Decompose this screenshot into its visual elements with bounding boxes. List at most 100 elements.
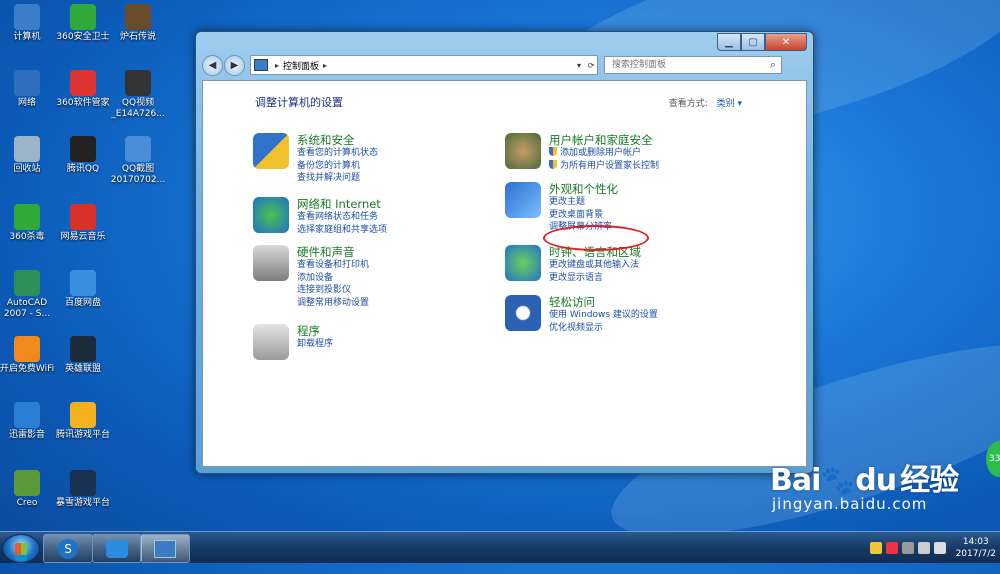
desktop-icon-label: 360杀毒 [9,232,45,242]
back-button[interactable]: ◀ [202,54,223,76]
desktop-icon[interactable]: 百度网盘 [52,270,114,309]
desktop-icon-label: 暴雪游戏平台 [55,498,110,508]
category-link[interactable]: 调整常用移动设置 [297,297,369,310]
desktop-icon-label: QQ视频_E14A726... [111,98,165,119]
desktop-icon[interactable]: 迅雷影音 [0,402,58,441]
category-link[interactable]: 卸载程序 [297,338,333,351]
desktop-icon[interactable]: 网络 [0,70,58,109]
desktop-icon[interactable]: AutoCAD 2007 - S... [0,270,58,320]
close-button[interactable]: ✕ [765,33,807,51]
category-link[interactable]: 添加设备 [297,272,369,285]
desktop-icon[interactable]: 腾讯游戏平台 [52,402,114,441]
breadcrumb[interactable]: 控制面板 [283,59,319,72]
category-link[interactable]: 优化视频显示 [549,322,658,335]
address-bar[interactable]: ▸ 控制面板 ▸ ▾ ⟳ [250,55,598,75]
globe-network-icon[interactable] [253,197,289,233]
clock-time: 14:03 [962,536,989,547]
refresh-icon[interactable]: ⟳ [585,61,597,70]
category-title[interactable]: 程序 [297,324,333,338]
qq-tray-icon[interactable] [869,541,882,554]
category-link[interactable]: 更改键盘或其他输入法 [549,259,641,272]
desktop-icon-label: 360安全卫士 [56,32,110,42]
search-input[interactable] [610,59,765,71]
network-icon [14,70,40,96]
system-tray: 14:03 2017/7/2 [868,532,996,563]
category-title[interactable]: 系统和安全 [297,133,378,147]
control-panel-icon [154,539,176,558]
view-by: 查看方式: 类别 ▾ [669,96,742,109]
taskbar-sogou-button[interactable]: S [43,534,93,563]
shield-icon[interactable] [253,133,289,169]
baidu-jingyan-watermark: Bai🐾du 经验 jingyan.baidu.com [770,455,959,513]
category-link[interactable]: 更改主题 [549,196,618,209]
volume-tray-icon[interactable] [933,541,946,554]
floating-badge[interactable]: 33 [986,441,1000,477]
category-link[interactable]: 添加或删除用户帐户 [549,147,659,160]
desktop-icon[interactable]: 360杀毒 [0,204,58,243]
search-icon[interactable]: ⌕ [765,58,781,72]
clock[interactable]: 14:03 2017/7/2 [956,536,996,560]
category-title[interactable]: 硬件和声音 [297,245,369,259]
category-title[interactable]: 网络和 Internet [297,197,387,211]
watermark-logo-text-3: 经验 [900,463,959,498]
desktop-icon[interactable]: 360软件管家 [52,70,114,109]
category-link[interactable]: 更改显示语言 [549,272,641,285]
360-software-icon [70,70,96,96]
desktop-icon-label: AutoCAD 2007 - S... [3,298,51,319]
desktop-icon-label: 计算机 [13,32,41,42]
category-link[interactable]: 查找并解决问题 [297,172,378,185]
category-title[interactable]: 轻松访问 [549,295,658,309]
category-link[interactable]: 查看您的计算机状态 [297,147,378,160]
navigation-bar: ◀ ▶ ▸ 控制面板 ▸ ▾ ⟳ ⌕ [202,54,807,76]
desktop-icon-label: 腾讯QQ [66,164,100,174]
search-box[interactable]: ⌕ [604,56,782,74]
desktop-icon-label: 炉石传说 [119,32,156,42]
desktop-icon[interactable]: 360安全卫士 [52,4,114,43]
programs-icon[interactable] [253,324,289,360]
desktop-icon[interactable]: 炉石传说 [107,4,169,43]
category-link[interactable]: 使用 Windows 建议的设置 [549,309,658,322]
users-icon[interactable] [505,133,541,169]
watermark-url: jingyan.baidu.com [772,495,928,513]
address-dropdown-icon[interactable]: ▾ [573,61,585,70]
desktop-icon[interactable]: 英雄联盟 [52,336,114,375]
forward-button[interactable]: ▶ [224,54,245,76]
maximize-button[interactable]: ▢ [741,33,765,51]
clock-globe-icon[interactable] [505,245,541,281]
desktop-icon[interactable]: 回收站 [0,136,58,175]
category-link[interactable]: 更改桌面背景 [549,209,618,222]
desktop-icon[interactable]: 计算机 [0,4,58,43]
netease-music-icon [70,204,96,230]
printer-icon[interactable] [253,245,289,281]
accessibility-icon[interactable] [505,295,541,331]
category-link[interactable]: 查看设备和打印机 [297,259,369,272]
category-title[interactable]: 外观和个性化 [549,182,618,196]
desktop-icon[interactable]: 暴雪游戏平台 [52,470,114,509]
category-title[interactable]: 用户帐户和家庭安全 [549,133,659,147]
desktop-icon[interactable]: QQ截图20170702... [107,136,169,186]
tray-icon-2[interactable] [885,541,898,554]
minimize-button[interactable]: ▁ [717,33,741,51]
taskbar-game-button[interactable] [92,534,142,563]
category-link[interactable]: 选择家庭组和共享选项 [297,224,387,237]
category-link[interactable]: 查看网络状态和任务 [297,211,387,224]
view-by-label: 查看方式: [668,99,708,109]
network-tray-icon[interactable] [917,541,930,554]
desktop-icon[interactable]: Creo [0,470,58,509]
desktop-icon[interactable]: 开启免费WiFi [0,336,58,375]
start-button[interactable] [2,534,40,563]
category-link[interactable]: 为所有用户设置家长控制 [549,160,659,173]
desktop-icon[interactable]: 腾讯QQ [52,136,114,175]
autocad-icon [14,270,40,296]
category-link[interactable]: 连接到投影仪 [297,284,369,297]
recycle-bin-icon [14,136,40,162]
breadcrumb-arrow-icon[interactable]: ▸ [319,61,331,70]
tray-icon-3[interactable] [901,541,914,554]
appearance-icon[interactable] [505,182,541,218]
category-link[interactable]: 备份您的计算机 [297,160,378,173]
desktop-icon-label: 百度网盘 [64,298,101,308]
taskbar-control-panel-button[interactable] [140,534,190,563]
desktop-icon[interactable]: 网易云音乐 [52,204,114,243]
view-by-select[interactable]: 类别 ▾ [717,99,742,109]
desktop-icon[interactable]: QQ视频_E14A726... [107,70,169,120]
